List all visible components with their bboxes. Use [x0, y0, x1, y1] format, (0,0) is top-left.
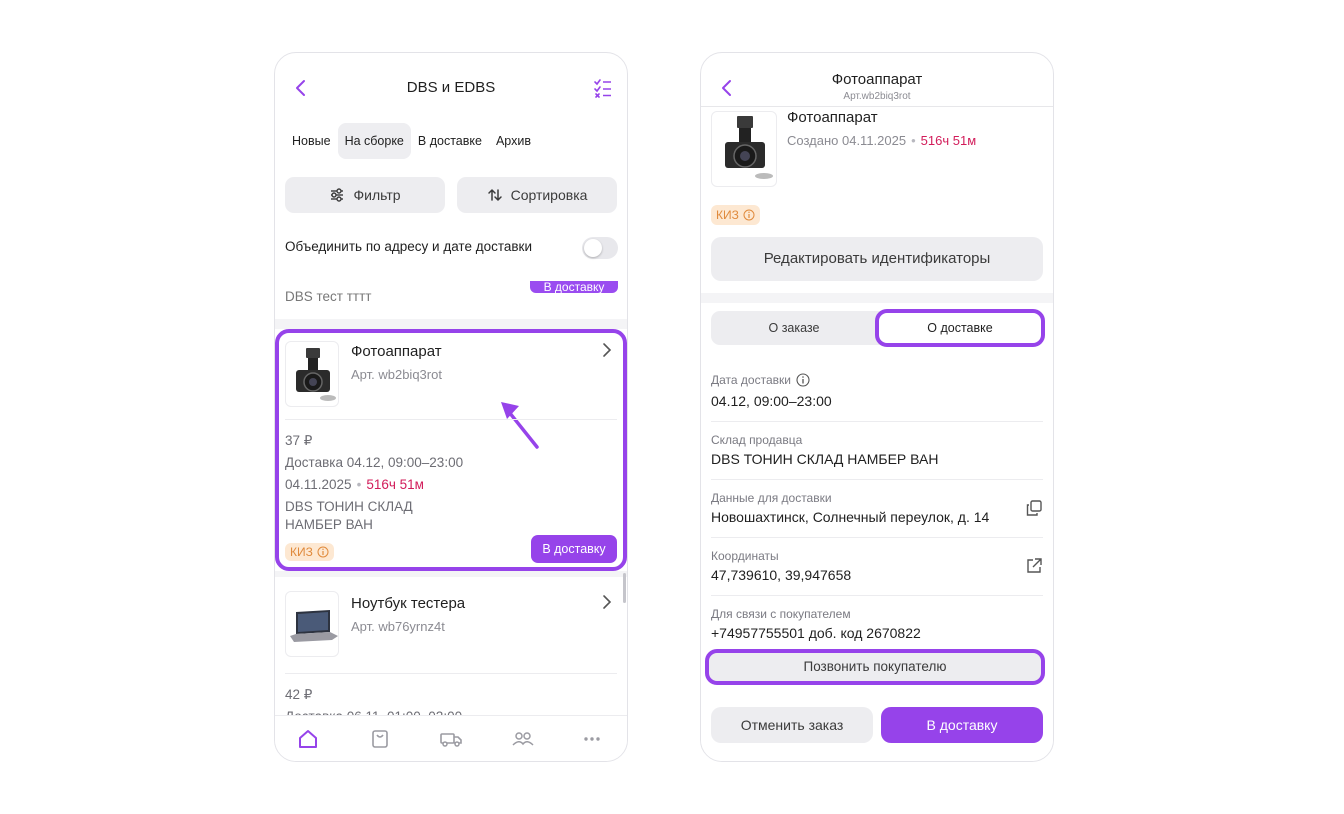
tab-in-delivery[interactable]: В доставке [411, 123, 489, 159]
order-created: 04.11.2025 [285, 477, 352, 492]
checklist-icon[interactable] [593, 78, 613, 98]
order-details-screen: Фотоаппарат Арт.wb2biq3rot Фотоаппарат С… [700, 52, 1054, 762]
copy-icon[interactable] [1025, 499, 1043, 517]
filter-icon [329, 187, 345, 203]
product-sku: Арт. wb2biq3rot [351, 367, 442, 382]
filter-button[interactable]: Фильтр [285, 177, 445, 213]
to-delivery-button[interactable]: В доставку [881, 707, 1043, 743]
more-icon[interactable] [581, 728, 603, 750]
toggle-knob [584, 239, 602, 257]
order-created-row: 04.11.2025 • 516ч 51м [285, 477, 424, 492]
to-delivery-button[interactable]: В доставку [530, 281, 618, 294]
card-divider [285, 419, 617, 420]
action-bar: Отменить заказ В доставку [701, 701, 1053, 761]
external-link-icon[interactable] [1025, 557, 1043, 575]
divider [275, 319, 627, 329]
product-timer: 516ч 51м [920, 133, 977, 148]
sort-button[interactable]: Сортировка [457, 177, 617, 213]
group-by-address-toggle[interactable] [582, 237, 618, 259]
divider [711, 479, 1043, 480]
order-delivery: Доставка 04.12, 09:00–23:00 [285, 455, 464, 470]
field-label: Склад продавца [711, 433, 803, 447]
field-value: DBS ТОНИН СКЛАД НАМБЕР ВАН [711, 451, 939, 467]
field-value: 04.12, 09:00–23:00 [711, 393, 832, 409]
info-icon[interactable] [796, 373, 810, 387]
field-delivery-date-label-row: Дата доставки [711, 373, 810, 387]
product-created-row: Создано 04.11.2025 • 516ч 51м [787, 133, 976, 148]
product-image-camera [711, 111, 777, 187]
status-tabs: Новые На сборке В доставке Архив [285, 123, 538, 159]
product-image-camera [285, 341, 339, 407]
sort-icon [487, 187, 503, 203]
field-value: +74957755501 доб. код 2670822 [711, 625, 921, 641]
users-icon[interactable] [511, 728, 534, 750]
divider [701, 293, 1053, 303]
order-price: 37 ₽ [285, 433, 313, 448]
product-title: Фотоаппарат [787, 109, 878, 126]
segmented-control: О заказе О доставке [711, 309, 1045, 347]
call-customer-button[interactable]: Позвонить покупателю [705, 649, 1045, 685]
bag-icon[interactable] [369, 728, 391, 750]
bottom-nav [275, 715, 627, 761]
kiz-badge: КИЗ [711, 205, 760, 225]
divider [701, 106, 1053, 107]
order-price: 42 ₽ [285, 687, 313, 702]
divider [711, 421, 1043, 422]
orders-list-screen: DBS и EDBS Новые На сборке В доставке Ар… [274, 52, 628, 762]
tab-about-delivery[interactable]: О доставке [875, 309, 1045, 347]
product-title: Фотоаппарат [351, 343, 442, 360]
scrollbar[interactable] [623, 573, 626, 603]
to-delivery-button[interactable]: В доставку [531, 535, 617, 563]
order-timer: 516ч 51м [366, 477, 424, 492]
dot-separator: • [911, 133, 916, 148]
card-divider [285, 673, 617, 674]
filter-label: Фильтр [353, 187, 401, 203]
product-created: Создано 04.11.2025 [787, 133, 907, 148]
page-title: Фотоаппарат [831, 71, 923, 88]
page-title: DBS и EDBS [406, 79, 496, 96]
home-icon[interactable] [297, 728, 319, 750]
sort-label: Сортировка [510, 187, 588, 203]
page-subtitle: Арт.wb2biq3rot [843, 91, 911, 102]
cancel-order-button[interactable]: Отменить заказ [711, 707, 873, 743]
list-item[interactable]: DBS тест тттт В доставку [275, 281, 627, 319]
field-value: Новошахтинск, Солнечный переулок, д. 14 [711, 509, 990, 525]
info-icon [317, 546, 329, 558]
product-sku: Арт. wb76yrnz4t [351, 619, 445, 634]
field-label: Для связи с покупателем [711, 607, 851, 621]
divider [711, 537, 1043, 538]
field-label: Координаты [711, 549, 779, 563]
info-icon [743, 209, 755, 221]
field-label: Дата доставки [711, 373, 791, 387]
edit-identifiers-button[interactable]: Редактировать идентификаторы [711, 237, 1043, 281]
field-label: Данные для доставки [711, 491, 832, 505]
warehouse-line-2: НАМБЕР ВАН [285, 517, 373, 532]
kiz-badge: КИЗ [285, 543, 334, 561]
kiz-label: КИЗ [290, 545, 313, 559]
field-value: 47,739610, 39,947658 [711, 567, 852, 583]
product-title: Ноутбук тестера [351, 595, 466, 612]
tab-archive[interactable]: Архив [489, 123, 538, 159]
product-image-laptop [285, 591, 339, 657]
order-card-highlighted[interactable]: Фотоаппарат Арт. wb2biq3rot 37 ₽ Доставк… [275, 329, 627, 571]
order-card[interactable]: Ноутбук тестера Арт. wb76yrnz4t 42 ₽ Дос… [275, 577, 627, 717]
divider [711, 595, 1043, 596]
order-title: DBS тест тттт [285, 289, 372, 304]
chevron-right-icon[interactable] [601, 593, 613, 611]
truck-icon[interactable] [439, 728, 462, 750]
arrow-pointer-icon [497, 397, 543, 451]
tab-new[interactable]: Новые [285, 123, 338, 159]
kiz-label: КИЗ [716, 208, 739, 222]
tab-assembly[interactable]: На сборке [337, 123, 411, 159]
group-by-address-label: Объединить по адресу и дате доставки [285, 239, 533, 254]
tab-about-order[interactable]: О заказе [711, 311, 877, 345]
dot-separator: • [356, 477, 362, 492]
chevron-right-icon[interactable] [601, 341, 613, 359]
warehouse-line-1: DBS ТОНИН СКЛАД [285, 499, 413, 514]
